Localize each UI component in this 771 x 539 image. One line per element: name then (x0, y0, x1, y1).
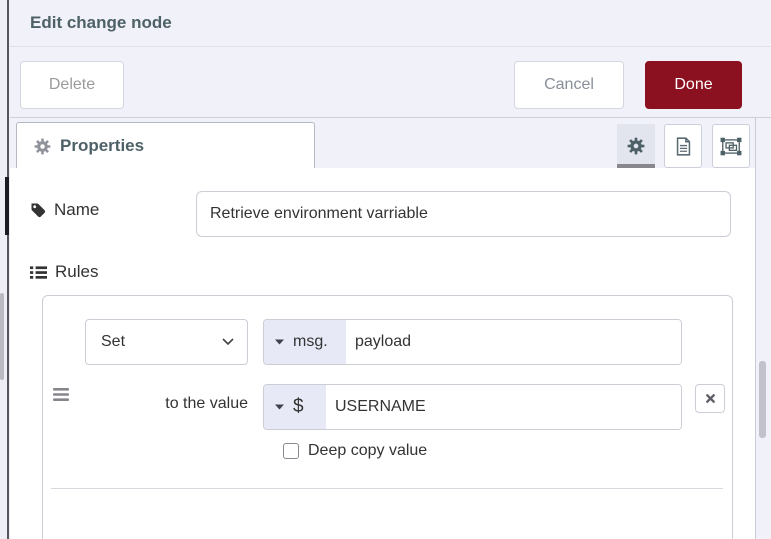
value-type-button[interactable]: $ (264, 385, 326, 429)
appearance-icon (720, 137, 742, 156)
tab-properties[interactable]: Properties (16, 122, 315, 169)
x-icon (705, 393, 716, 404)
properties-panel: Name Rules Set (10, 168, 755, 539)
tab-properties-label: Properties (60, 136, 145, 155)
done-button[interactable]: Done (645, 61, 742, 109)
delete-button[interactable]: Delete (20, 61, 124, 109)
caret-down-icon (275, 339, 284, 345)
rule-property-typed-input: msg. (263, 319, 682, 365)
dialog-title: Edit change node (30, 13, 172, 32)
rule-action-select[interactable]: Set (85, 319, 248, 365)
workspace-node-fragment (5, 177, 9, 235)
list-icon (30, 265, 47, 280)
to-the-value-label: to the value (165, 395, 248, 412)
remove-rule-button[interactable] (695, 384, 725, 413)
properties-view-button[interactable] (617, 124, 655, 168)
gear-icon (34, 138, 51, 155)
name-field-label: Name (30, 200, 99, 220)
description-icon (675, 136, 692, 156)
value-input[interactable] (326, 385, 681, 429)
deep-copy-label: Deep copy value (308, 442, 428, 459)
rules-list: Set msg. payload to the value $ USERNAME… (42, 295, 733, 539)
rule-divider (51, 488, 723, 489)
edit-change-node-dialog: Edit change node Delete Cancel Done Prop… (0, 0, 771, 539)
name-input[interactable] (196, 191, 731, 237)
property-type-label: msg. (293, 333, 328, 350)
rule-action-value: Set (101, 333, 126, 350)
edit-tray: Edit change node Delete Cancel Done Prop… (10, 0, 771, 539)
gear-icon (627, 137, 645, 155)
caret-down-icon (275, 404, 284, 410)
rules-section-label: Rules (30, 262, 98, 282)
rules-label-text: Rules (55, 262, 99, 281)
tag-icon (30, 202, 46, 218)
tray-scrollbar[interactable] (755, 117, 771, 539)
rule-drag-handle-icon[interactable] (53, 388, 69, 402)
deep-copy-row: Deep copy value (283, 442, 427, 460)
dialog-header: Edit change node (10, 0, 771, 47)
property-type-button[interactable]: msg. (264, 320, 346, 364)
dialog-toolbar: Delete Cancel Done (10, 47, 771, 117)
property-input[interactable] (346, 320, 681, 364)
description-view-button[interactable] (664, 124, 702, 168)
cancel-button[interactable]: Cancel (514, 61, 624, 109)
chevron-down-icon (222, 338, 234, 346)
tray-scrollbar-thumb[interactable] (759, 361, 766, 438)
rule-value-typed-input: $ (263, 384, 682, 430)
name-label-text: Name (54, 200, 100, 219)
deep-copy-checkbox[interactable] (283, 443, 299, 459)
left-scrollbar-thumb[interactable] (0, 293, 4, 380)
appearance-view-button[interactable] (712, 124, 750, 168)
tray-left-border (7, 0, 9, 539)
workspace-left-edge (0, 0, 10, 539)
env-var-type-label: $ (293, 396, 304, 417)
tab-bar: Properties (10, 117, 755, 169)
